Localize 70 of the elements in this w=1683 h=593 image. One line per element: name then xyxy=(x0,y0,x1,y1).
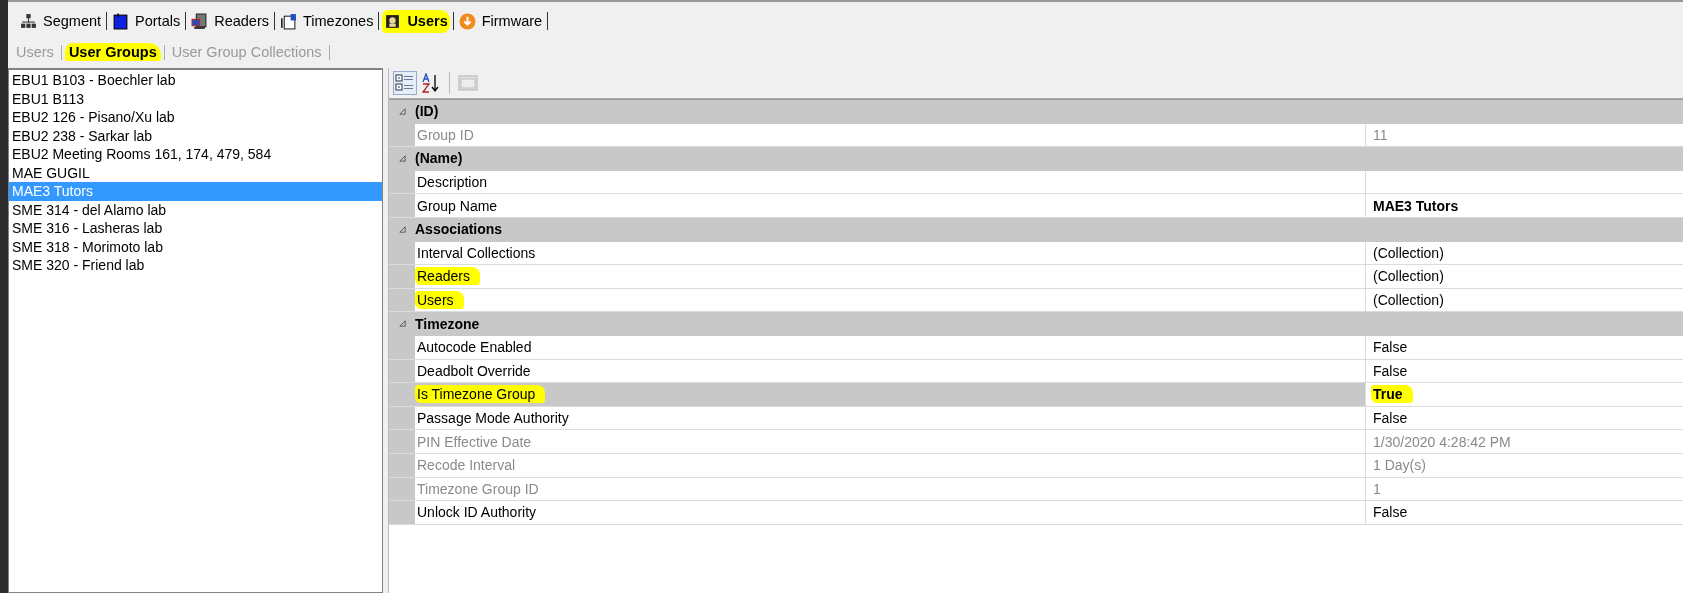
property-name[interactable]: Description xyxy=(415,174,490,191)
row-gutter xyxy=(389,359,415,383)
property-row[interactable]: Interval Collections (Collection) xyxy=(389,241,1683,266)
row-gutter xyxy=(389,383,415,406)
property-row[interactable]: Autocode Enabled False xyxy=(389,335,1683,360)
property-name[interactable]: Users xyxy=(415,291,464,310)
property-value[interactable]: (Collection) xyxy=(1371,244,1446,261)
row-gutter xyxy=(389,430,415,453)
list-item[interactable]: MAE GUGIL xyxy=(9,163,382,182)
property-value[interactable]: False xyxy=(1371,339,1410,356)
property-name[interactable]: Interval Collections xyxy=(415,244,538,261)
property-value[interactable]: False xyxy=(1371,362,1410,379)
property-name[interactable]: Autocode Enabled xyxy=(415,339,534,356)
toolbar-tab[interactable]: Portals xyxy=(110,9,183,33)
row-gutter xyxy=(389,453,415,477)
network-icon xyxy=(20,12,37,30)
user-icon xyxy=(384,12,402,30)
categorized-button[interactable] xyxy=(393,71,417,95)
list-item[interactable]: SME 314 - del Alamo lab xyxy=(9,200,382,219)
property-row[interactable]: Readers (Collection) xyxy=(389,265,1683,289)
property-value[interactable]: False xyxy=(1371,410,1410,426)
property-name[interactable]: Deadbolt Override xyxy=(415,362,533,379)
categorized-icon xyxy=(395,73,415,93)
property-row[interactable]: Unlock ID Authority False xyxy=(389,501,1683,525)
property-name[interactable]: Unlock ID Authority xyxy=(415,504,539,521)
list-item[interactable]: EBU2 126 - Pisano/Xu lab xyxy=(9,108,382,127)
property-name[interactable]: Passage Mode Authority xyxy=(415,410,571,426)
window-icon xyxy=(458,73,478,93)
calendar-icon xyxy=(280,12,297,30)
toolbar-tab[interactable]: Timezones xyxy=(278,9,376,33)
row-gutter xyxy=(389,501,415,524)
collapse-icon[interactable] xyxy=(397,106,407,116)
property-row[interactable]: Passage Mode Authority False xyxy=(389,406,1683,431)
collapse-icon[interactable] xyxy=(397,319,407,329)
toolbar-tab[interactable]: Readers xyxy=(189,9,271,33)
sub-tab[interactable]: User Groups xyxy=(64,43,161,61)
list-item[interactable]: EBU1 B103 - Boechler lab xyxy=(9,71,382,90)
card-reader-icon xyxy=(191,12,209,30)
property-value[interactable]: True xyxy=(1371,385,1413,404)
category-header: Timezone xyxy=(415,315,480,332)
property-row[interactable]: Description xyxy=(389,170,1683,195)
collapse-icon[interactable] xyxy=(397,154,407,163)
property-value[interactable]: MAE3 Tutors xyxy=(1371,197,1461,214)
row-gutter xyxy=(389,194,415,217)
row-gutter xyxy=(389,477,415,501)
row-gutter xyxy=(389,406,415,430)
toolbar-tab[interactable]: Segment xyxy=(18,9,104,33)
toolbar-tab[interactable]: Firmware xyxy=(456,9,545,33)
list-item[interactable]: SME 316 - Lasheras lab xyxy=(9,219,382,238)
property-row[interactable]: Group Name MAE3 Tutors xyxy=(389,194,1683,218)
row-gutter xyxy=(389,288,415,312)
toolbar-tab[interactable]: Users xyxy=(382,9,450,33)
property-name[interactable]: Is Timezone Group xyxy=(415,385,546,404)
collapse-icon[interactable] xyxy=(397,224,407,234)
list-item[interactable]: EBU2 Meeting Rooms 161, 174, 479, 584 xyxy=(9,145,382,164)
property-value[interactable]: False xyxy=(1371,504,1410,521)
property-value[interactable]: (Collection) xyxy=(1371,268,1446,285)
list-item[interactable]: EBU1 B113 xyxy=(9,89,382,108)
list-item[interactable]: SME 320 - Friend lab xyxy=(9,256,382,275)
property-name[interactable]: Readers xyxy=(415,267,480,286)
list-item[interactable]: EBU2 238 - Sarkar lab xyxy=(9,126,382,145)
category-header: (ID) xyxy=(415,103,439,120)
category-header: (Name) xyxy=(415,150,463,167)
download-icon xyxy=(458,12,476,30)
property-value[interactable]: (Collection) xyxy=(1371,292,1446,309)
list-item[interactable]: SME 318 - Morimoto lab xyxy=(9,237,382,256)
row-gutter xyxy=(389,265,415,288)
category-header: Associations xyxy=(415,221,503,238)
door-icon xyxy=(112,12,130,30)
property-name[interactable]: Group Name xyxy=(415,197,500,214)
